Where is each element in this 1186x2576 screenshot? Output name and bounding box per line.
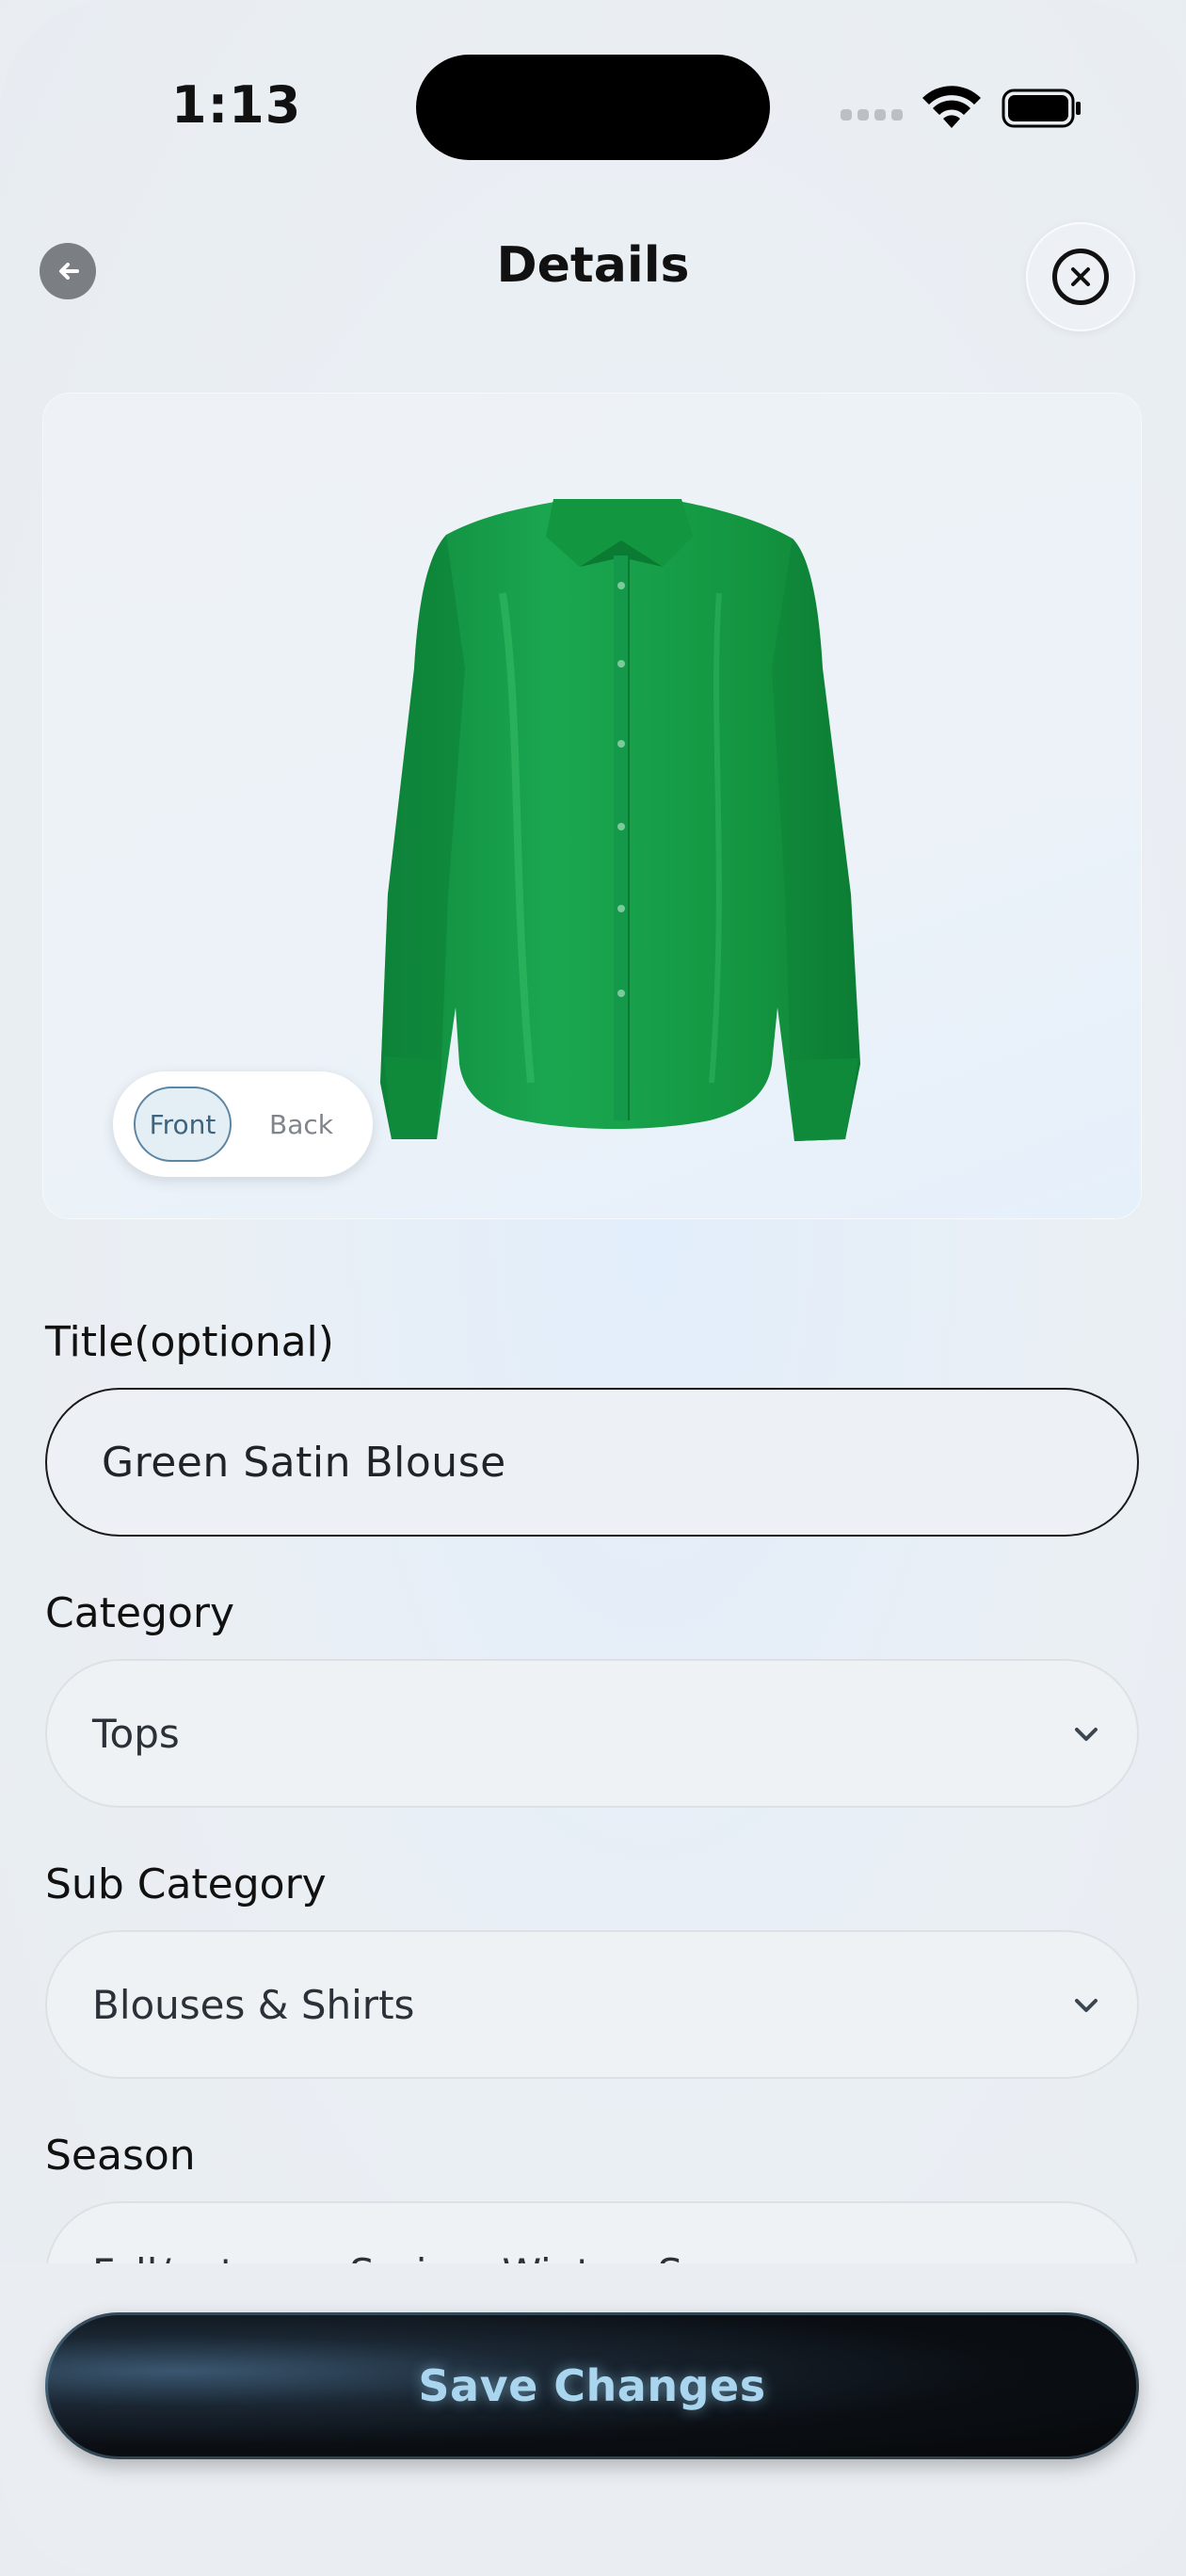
category-label: Category <box>45 1589 234 1637</box>
chevron-down-icon <box>1075 1999 1098 2012</box>
title-input-value: Green Satin Blouse <box>102 1438 506 1487</box>
battery-icon <box>1002 89 1081 128</box>
season-label: Season <box>45 2132 196 2180</box>
title-label: Title(optional) <box>45 1318 334 1366</box>
garment-image <box>380 499 860 1141</box>
toggle-back[interactable]: Back <box>254 1087 348 1162</box>
wifi-icon <box>922 86 981 128</box>
close-icon <box>1071 267 1090 286</box>
save-changes-label: Save Changes <box>418 2360 766 2411</box>
phone-screen: 1:13 Details Front Back Title(optional) … <box>0 0 1186 2576</box>
subcategory-value: Blouses & Shirts <box>92 1981 415 2028</box>
category-value: Tops <box>92 1710 180 1757</box>
toggle-front[interactable]: Front <box>134 1087 232 1162</box>
page-title: Details <box>496 237 690 294</box>
status-time: 1:13 <box>171 75 302 135</box>
garment-image-card: Front Back <box>43 394 1141 1218</box>
dynamic-island <box>416 55 770 160</box>
category-select[interactable]: Tops <box>45 1659 1139 1808</box>
save-changes-button[interactable]: Save Changes <box>45 2312 1139 2459</box>
chevron-down-icon <box>1075 1728 1098 1741</box>
subcategory-label: Sub Category <box>45 1860 327 1908</box>
signal-icon <box>841 109 903 121</box>
subcategory-select[interactable]: Blouses & Shirts <box>45 1930 1139 2079</box>
title-input[interactable]: Green Satin Blouse <box>45 1388 1139 1537</box>
front-back-toggle: Front Back <box>113 1071 373 1177</box>
close-button[interactable] <box>1026 222 1135 331</box>
